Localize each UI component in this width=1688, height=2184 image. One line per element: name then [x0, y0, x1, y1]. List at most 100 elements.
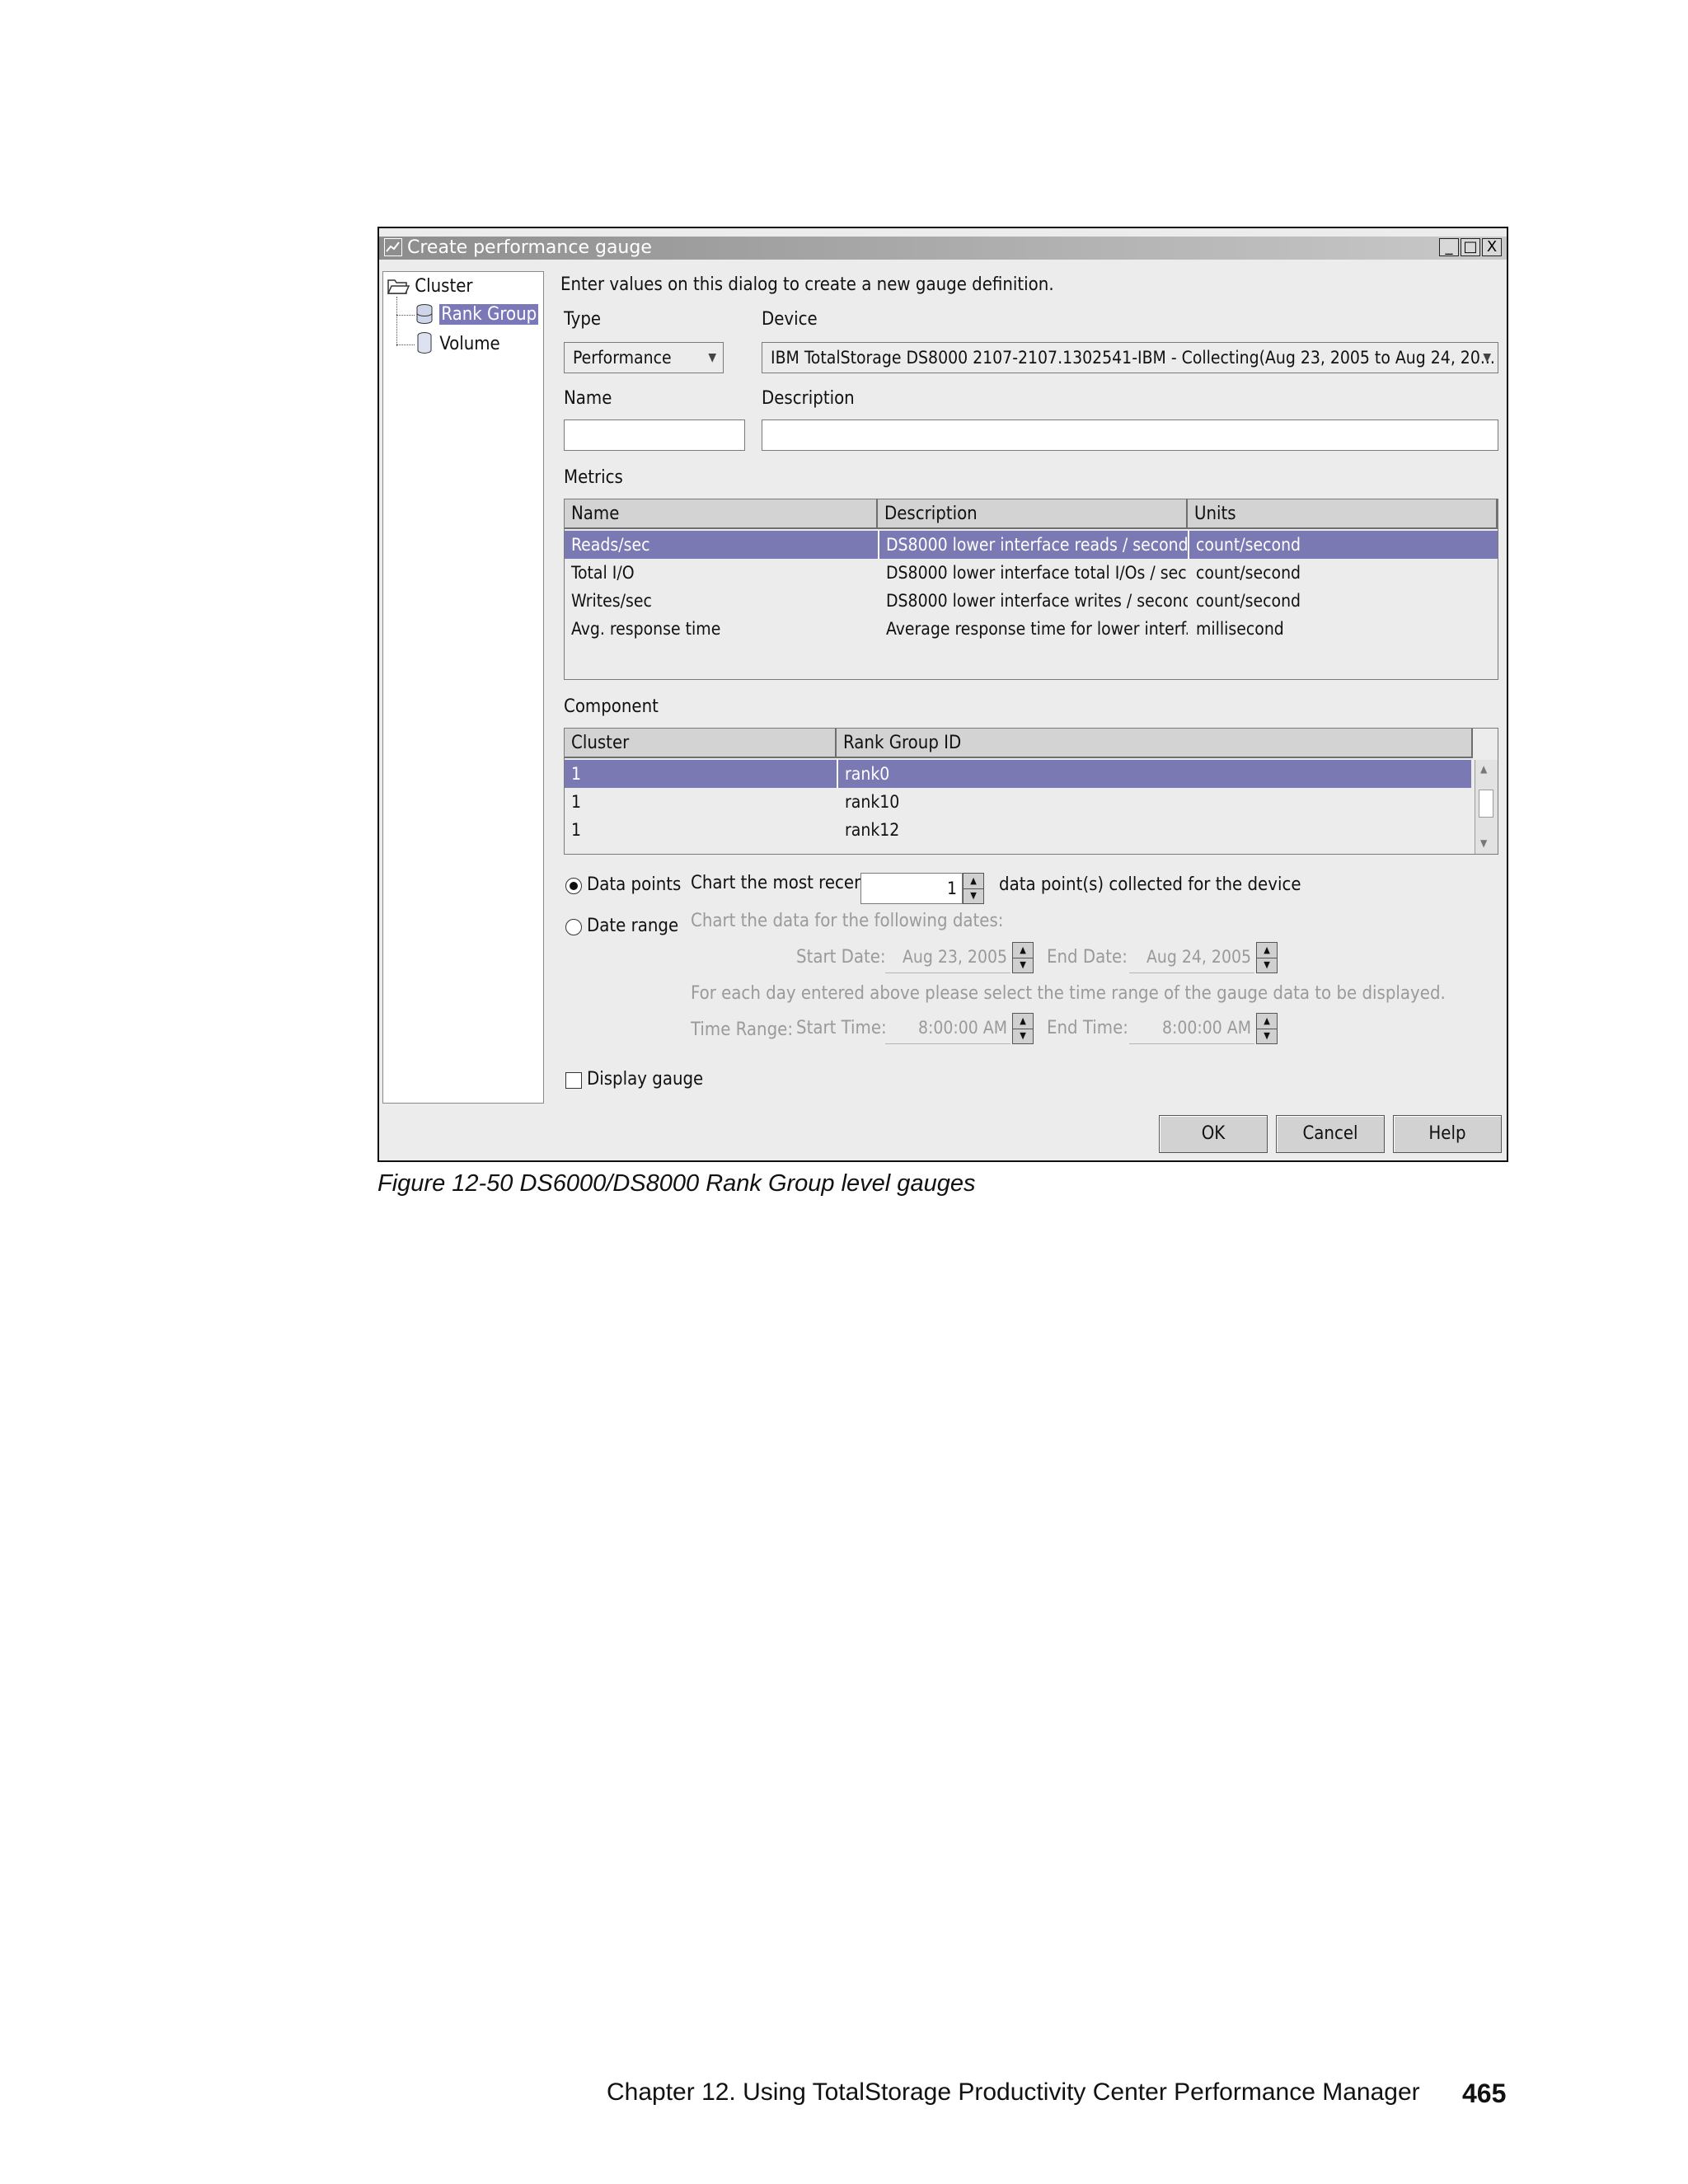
chart-icon	[384, 238, 402, 256]
page-number: 465	[1462, 2079, 1507, 2108]
device-select[interactable]: IBM TotalStorage DS8000 2107-2107.130254…	[762, 342, 1498, 373]
start-date-field[interactable]: Aug 23, 2005	[885, 942, 1010, 973]
date-range-radio[interactable]	[565, 919, 582, 935]
description-field[interactable]	[762, 419, 1498, 451]
start-date-spinner[interactable]: ▲ ▼	[1012, 942, 1034, 973]
name-label: Name	[564, 388, 612, 409]
chevron-down-icon: ▼	[708, 351, 716, 364]
data-points-suffix: data point(s) collected for the device	[999, 874, 1301, 895]
metrics-label: Metrics	[564, 467, 623, 488]
folder-open-icon	[387, 279, 410, 294]
column-header-description[interactable]: Description	[878, 499, 1188, 529]
footer-chapter: Chapter 12. Using TotalStorage Productiv…	[607, 2079, 1420, 2106]
tree-item-volume[interactable]: Volume	[415, 331, 500, 356]
table-row[interactable]: Reads/sec DS8000 lower interface reads /…	[565, 531, 1498, 559]
close-button[interactable]: X	[1482, 238, 1502, 256]
cluster-cell: 1	[571, 792, 582, 812]
metric-description: DS8000 lower interface reads / second	[878, 531, 1188, 559]
table-row[interactable]: Total I/O DS8000 lower interface total I…	[565, 559, 1498, 587]
title-bar[interactable]: Create performance gauge _ □ X	[379, 237, 1507, 260]
table-row[interactable]: Avg. response time Average response time…	[565, 615, 1498, 643]
table-row[interactable]: 1 rank10	[565, 788, 1471, 816]
data-points-spinner[interactable]: ▲ ▼	[963, 873, 984, 904]
spin-up-icon[interactable]: ▲	[964, 874, 983, 889]
spin-down-icon[interactable]: ▼	[1257, 958, 1277, 972]
date-range-label: Date range	[587, 916, 679, 936]
start-time-field[interactable]: 8:00:00 AM	[885, 1013, 1010, 1044]
metrics-table: Name Description Units Reads/sec DS8000 …	[564, 499, 1498, 680]
ok-button[interactable]: OK	[1159, 1115, 1268, 1153]
create-performance-gauge-dialog: Create performance gauge _ □ X Cluster R…	[377, 227, 1508, 1162]
description-label: Description	[762, 388, 855, 409]
tree-item-rank-group[interactable]: Rank Group	[415, 303, 539, 326]
chevron-down-icon: ▼	[1483, 351, 1491, 364]
metric-name: Writes/sec	[571, 591, 652, 611]
spin-up-icon[interactable]: ▲	[1257, 943, 1277, 958]
start-time-spinner[interactable]: ▲ ▼	[1012, 1013, 1034, 1044]
table-row[interactable]: 1 rank12	[565, 816, 1471, 844]
maximize-button[interactable]: □	[1461, 238, 1480, 256]
spin-up-icon[interactable]: ▲	[1013, 943, 1033, 958]
end-time-spinner[interactable]: ▲ ▼	[1256, 1013, 1278, 1044]
tree-item-cluster[interactable]: Cluster	[387, 275, 473, 298]
column-header-cluster[interactable]: Cluster	[565, 729, 837, 758]
tree-item-rank-group-label: Rank Group	[439, 304, 539, 325]
metric-description: DS8000 lower interface total I/Os / sec.…	[886, 563, 1188, 583]
end-time-label: End Time:	[1047, 1018, 1128, 1038]
data-points-radio[interactable]	[565, 878, 582, 894]
cylinder-icon	[417, 332, 432, 354]
table-row[interactable]: 1 rank0	[565, 760, 1471, 788]
spin-down-icon[interactable]: ▼	[1257, 1029, 1277, 1043]
help-button[interactable]: Help	[1393, 1115, 1502, 1153]
cluster-cell: 1	[571, 764, 582, 784]
component-tree: Cluster Rank Group Volume	[382, 271, 544, 1104]
column-header-units[interactable]: Units	[1188, 499, 1498, 529]
data-points-label: Data points	[587, 874, 682, 895]
spin-up-icon[interactable]: ▲	[1013, 1014, 1033, 1029]
minimize-button[interactable]: _	[1439, 238, 1459, 256]
start-date-label: Start Date:	[796, 947, 886, 968]
spin-up-icon[interactable]: ▲	[1257, 1014, 1277, 1029]
cancel-button[interactable]: Cancel	[1276, 1115, 1385, 1153]
metric-units: count/second	[1196, 563, 1301, 583]
column-header-name[interactable]: Name	[565, 499, 878, 529]
date-range-chart-text: Chart the data for the following dates:	[691, 911, 1004, 931]
metric-description: Average response time for lower interf..…	[886, 619, 1188, 639]
scroll-up-icon[interactable]: ▲	[1480, 763, 1487, 775]
data-points-count-field[interactable]: 1	[860, 873, 963, 904]
scroll-down-icon[interactable]: ▼	[1480, 837, 1487, 849]
spin-down-icon[interactable]: ▼	[1013, 958, 1033, 972]
database-stack-icon	[416, 304, 433, 324]
spin-down-icon[interactable]: ▼	[1013, 1029, 1033, 1043]
type-select[interactable]: Performance ▼	[564, 342, 724, 373]
metric-units: count/second	[1196, 591, 1301, 611]
start-time-label: Start Time:	[796, 1018, 887, 1038]
spin-down-icon[interactable]: ▼	[964, 888, 983, 903]
metric-units: millisecond	[1196, 619, 1284, 639]
rank-group-id-cell: rank12	[845, 820, 900, 840]
column-header-rank-group-id[interactable]: Rank Group ID	[837, 729, 1473, 758]
table-row[interactable]: Writes/sec DS8000 lower interface writes…	[565, 587, 1498, 615]
tree-item-cluster-label: Cluster	[415, 276, 473, 297]
metric-description: DS8000 lower interface writes / second	[886, 591, 1188, 611]
type-label: Type	[564, 309, 602, 330]
metric-name: Reads/sec	[571, 535, 650, 555]
cluster-cell: 1	[571, 820, 582, 840]
end-time-field[interactable]: 8:00:00 AM	[1129, 1013, 1254, 1044]
metric-name: Total I/O	[571, 563, 635, 583]
component-scrollbar[interactable]: ▲ ▼	[1475, 760, 1498, 854]
data-points-prefix: Chart the most recent	[691, 873, 871, 893]
dialog-title: Create performance gauge	[407, 237, 652, 258]
display-gauge-label: Display gauge	[587, 1069, 704, 1090]
rank-group-id-cell: rank10	[845, 792, 900, 812]
scrollbar-thumb[interactable]	[1479, 790, 1493, 818]
time-range-label: Time Range:	[691, 1019, 794, 1040]
display-gauge-checkbox[interactable]	[565, 1072, 582, 1089]
intro-text: Enter values on this dialog to create a …	[560, 274, 1054, 295]
end-date-field[interactable]: Aug 24, 2005	[1129, 942, 1254, 973]
end-date-spinner[interactable]: ▲ ▼	[1256, 942, 1278, 973]
name-field[interactable]	[564, 419, 745, 451]
rank-group-id-cell: rank0	[837, 760, 1455, 788]
metric-name: Avg. response time	[571, 619, 721, 639]
device-label: Device	[762, 309, 818, 330]
